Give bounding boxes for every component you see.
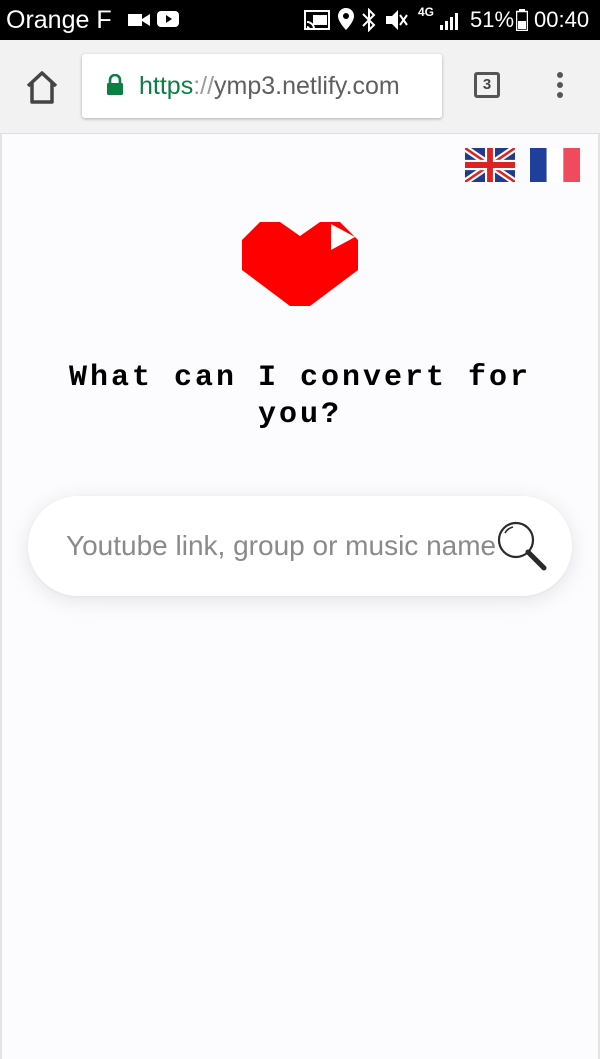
search-box <box>28 496 572 596</box>
status-bar: Orange F 4G 51% 00:40 <box>0 0 600 40</box>
url-host: ymp3.netlify.com <box>214 72 400 100</box>
browser-toolbar: https://ymp3.netlify.com 3 <box>0 40 600 134</box>
url-text: https://ymp3.netlify.com <box>139 70 400 102</box>
signal-icon <box>440 13 458 30</box>
search-icon[interactable] <box>494 518 550 572</box>
location-icon <box>338 8 354 30</box>
france-flag-icon[interactable] <box>530 148 580 182</box>
youtube-icon <box>157 11 179 27</box>
address-bar[interactable]: https://ymp3.netlify.com <box>82 54 442 118</box>
bluetooth-icon <box>362 8 376 32</box>
battery-icon <box>516 9 528 31</box>
home-icon[interactable] <box>22 68 62 108</box>
page-border <box>0 133 2 1059</box>
heart-play-logo <box>242 222 358 306</box>
lock-icon <box>107 74 123 95</box>
network-type-label: 4G <box>418 5 435 19</box>
battery-percent: 51% <box>470 7 515 32</box>
clock: 00:40 <box>534 7 590 32</box>
url-separator: :// <box>193 72 215 100</box>
menu-icon[interactable] <box>552 72 568 102</box>
cast-icon <box>304 10 330 30</box>
uk-flag-icon[interactable] <box>465 148 515 182</box>
carrier-label: Orange F <box>6 6 112 34</box>
tabs-icon[interactable]: 3 <box>474 72 500 98</box>
video-icon <box>128 14 150 26</box>
search-input[interactable] <box>66 522 496 570</box>
mute-icon <box>386 10 408 30</box>
page-heading: What can I convert for you? <box>68 361 532 432</box>
url-scheme: https <box>139 72 194 100</box>
